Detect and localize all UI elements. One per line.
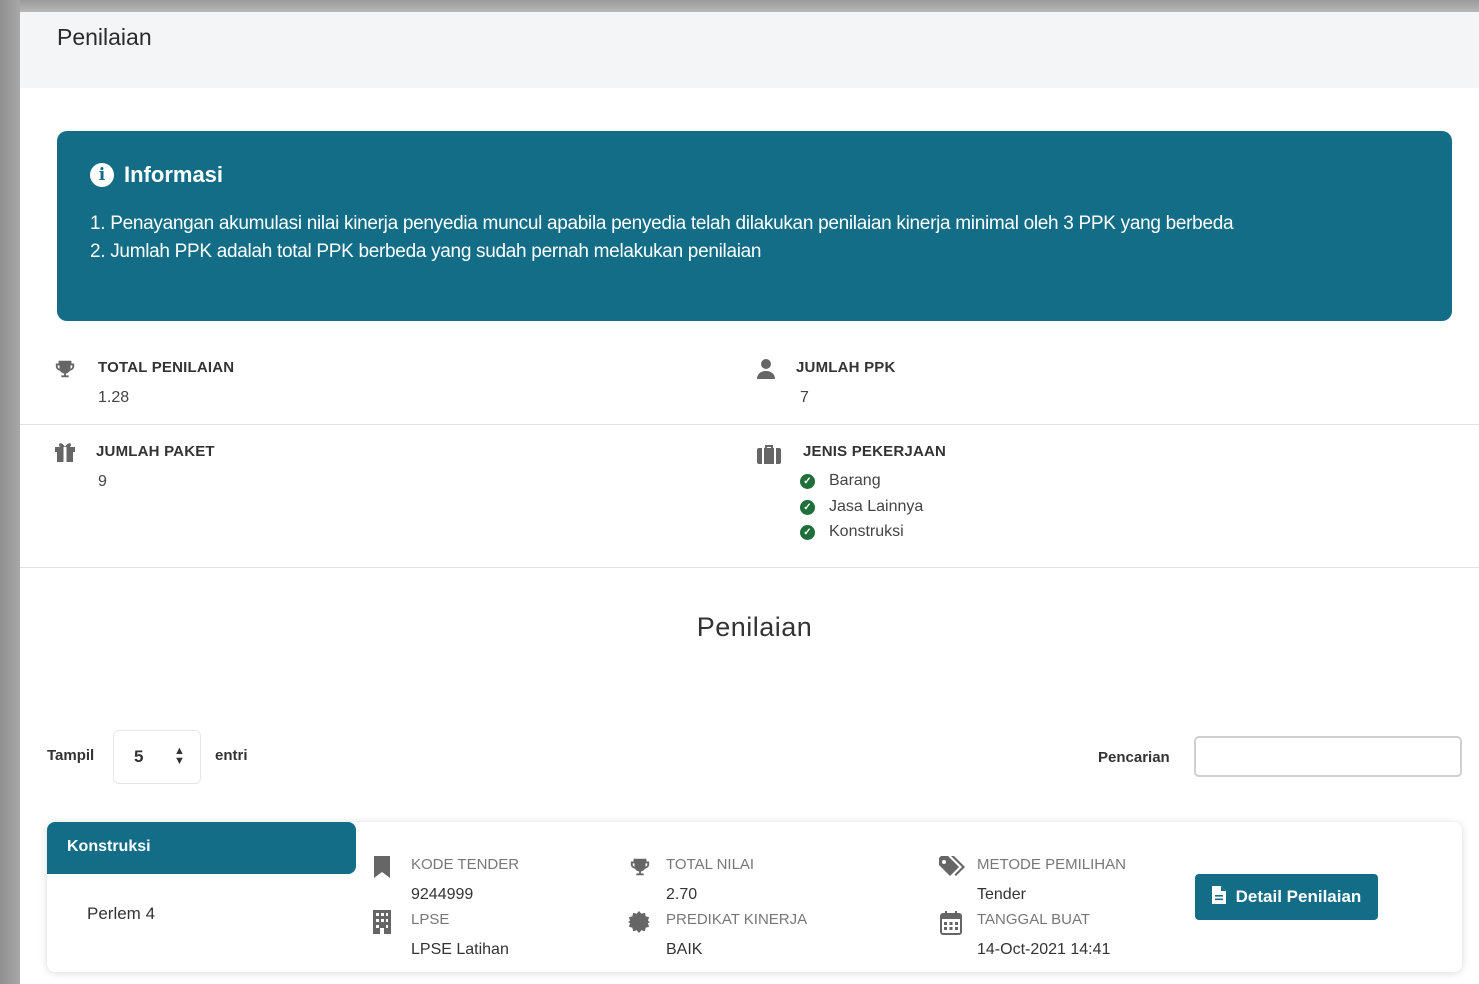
divider [20, 424, 1479, 425]
gift-icon [54, 442, 76, 466]
card-category-tag: Konstruksi [47, 822, 356, 874]
detail-penilaian-button-label: Detail Penilaian [1235, 887, 1362, 906]
info-line-2: 2. Jumlah PPK adalah total PPK berbeda y… [90, 241, 762, 262]
check-circle-icon: ✓ [800, 473, 815, 489]
bookmark-icon [373, 856, 391, 884]
lpse-label: LPSE [411, 911, 450, 928]
info-line-1: 1. Penayangan akumulasi nilai kinerja pe… [90, 213, 1234, 234]
file-icon [1211, 885, 1226, 909]
trophy-icon [54, 358, 76, 384]
jenis-item-label: Konstruksi [829, 523, 904, 540]
card-package-name: Perlem 4 [87, 904, 156, 923]
info-alert: i Informasi 1. Penayangan akumulasi nila… [57, 131, 1452, 321]
tags-icon [939, 856, 967, 884]
lpse-value: LPSE Latihan [411, 941, 509, 958]
page-header: Penilaian [20, 12, 1479, 88]
check-circle-icon: ✓ [800, 499, 815, 515]
trophy-icon [628, 856, 652, 884]
page-content: Penilaian i Informasi 1. Penayangan akum… [20, 12, 1479, 984]
divider [20, 567, 1479, 568]
search-label: Pencarian [1098, 749, 1170, 766]
stat-total-penilaian-label: TOTAL PENILAIAN [98, 359, 235, 376]
page-title: Penilaian [57, 24, 152, 50]
jenis-item-label: Barang [829, 472, 881, 489]
certificate-icon [628, 911, 650, 939]
stat-jenis-pekerjaan-label: JENIS PEKERJAAN [803, 443, 947, 460]
info-alert-title: i Informasi [90, 162, 223, 188]
stat-jumlah-paket-label: JUMLAH PAKET [96, 443, 215, 460]
jenis-item-jasa-lainnya: ✓ Jasa Lainnya [800, 498, 923, 516]
user-icon [756, 358, 776, 384]
entries-show-label: Tampil [47, 747, 95, 764]
stat-jumlah-ppk-value: 7 [800, 389, 809, 406]
tanggal-buat-value: 14-Oct-2021 14:41 [977, 941, 1111, 958]
total-nilai-label: TOTAL NILAI [666, 856, 755, 873]
search-input[interactable] [1194, 736, 1462, 777]
total-nilai-value: 2.70 [666, 886, 698, 903]
jenis-item-konstruksi: ✓ Konstruksi [800, 523, 904, 541]
kode-tender-value: 9244999 [411, 886, 474, 903]
calendar-icon [940, 911, 962, 941]
stat-total-penilaian-value: 1.28 [98, 389, 130, 406]
entries-suffix-label: entri [215, 747, 248, 764]
jenis-item-barang: ✓ Barang [800, 472, 881, 490]
predikat-kinerja-value: BAIK [666, 941, 703, 958]
metode-pemilihan-label: METODE PEMILIHAN [977, 856, 1126, 873]
predikat-kinerja-label: PREDIKAT KINERJA [666, 911, 808, 928]
sort-arrows-icon: ▲ ▼ [174, 745, 185, 767]
briefcase-icon [756, 443, 782, 469]
window-frame-top [0, 0, 1479, 12]
penilaian-card: Konstruksi Perlem 4 KODE TENDER 9244999 … [47, 822, 1462, 972]
detail-penilaian-button[interactable]: Detail Penilaian [1195, 874, 1378, 920]
kode-tender-label: KODE TENDER [411, 856, 520, 873]
stat-jumlah-ppk-label: JUMLAH PPK [796, 359, 896, 376]
check-circle-icon: ✓ [800, 524, 815, 540]
info-circle-icon: i [90, 163, 114, 187]
entries-select[interactable]: 5 ▲ ▼ [113, 730, 201, 784]
entries-select-value: 5 [134, 747, 144, 766]
window-frame-left [0, 0, 20, 984]
building-icon [373, 910, 391, 940]
tanggal-buat-label: TANGGAL BUAT [977, 911, 1091, 928]
info-alert-title-text: Informasi [124, 162, 224, 187]
section-title: Penilaian [696, 612, 813, 642]
stat-jumlah-paket-value: 9 [98, 473, 107, 490]
metode-pemilihan-value: Tender [977, 886, 1026, 903]
jenis-item-label: Jasa Lainnya [829, 498, 924, 515]
